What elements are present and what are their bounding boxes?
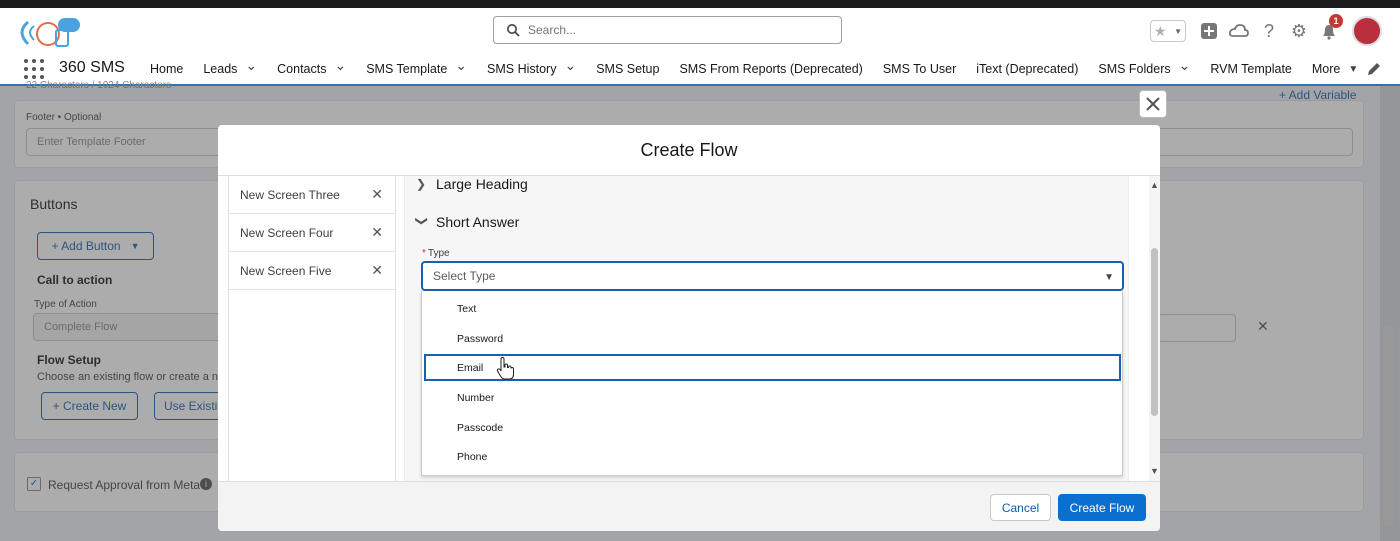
option-text[interactable]: Text (424, 295, 1121, 322)
nav-item-leads[interactable]: Leads ⌄ (193, 54, 267, 84)
nav-item-rvm-template[interactable]: RVM Template (1200, 54, 1302, 84)
nav-item-label: SMS To User (882, 62, 957, 76)
option-phone[interactable]: Phone (424, 443, 1121, 470)
browser-top-strip (0, 0, 1400, 8)
section-short-answer[interactable]: ❯ Short Answer (415, 214, 520, 230)
pencil-icon[interactable] (1366, 61, 1382, 77)
question-mark-icon: ? (1263, 20, 1274, 41)
nav-item-sms-template[interactable]: SMS Template ⌄ (356, 54, 477, 84)
section-label: Short Answer (436, 214, 520, 230)
nav-item-label: iText (Deprecated) (976, 62, 1079, 76)
cancel-button[interactable]: Cancel (990, 494, 1051, 521)
screen-item[interactable]: New Screen Three ✕ (229, 176, 395, 214)
nav-item-sms-to-user[interactable]: SMS To User (873, 54, 966, 84)
section-large-heading[interactable]: ❯ Large Heading (416, 176, 528, 192)
type-dropdown-list: Text Password Email Number Passcode Phon… (421, 291, 1123, 476)
option-number[interactable]: Number (424, 384, 1121, 411)
nav-item-label: Leads (203, 62, 238, 76)
search-icon (507, 24, 520, 37)
chevron-right-icon: ❯ (416, 177, 427, 191)
modal-footer: Cancel Create Flow (218, 481, 1160, 531)
nav-items: Home Leads ⌄ Contacts ⌄ SMS Template ⌄ SMS Hist… (140, 54, 1368, 84)
chevron-down-icon[interactable]: ⌄ (334, 57, 346, 74)
chevron-down-icon: ❯ (415, 216, 429, 227)
modal-header: Create Flow (218, 125, 1160, 176)
user-avatar[interactable] (1352, 16, 1382, 46)
global-header: ★ ▼ ? ⚙ 1 (0, 8, 1400, 54)
app-nav-bar: 360 SMS Home Leads ⌄ Contacts ⌄ SMS Template ⌄… (0, 54, 1400, 86)
screen-editor: ❯ Large Heading ❯ Short Answer * Type Sel… (396, 176, 1146, 481)
nav-item-sms-from-reports-deprecated[interactable]: SMS From Reports (Deprecated) (669, 54, 872, 84)
modal-title: Create Flow (640, 139, 738, 160)
global-actions-button[interactable] (1198, 20, 1220, 42)
notification-badge: 1 (1329, 14, 1343, 28)
chevron-down-icon[interactable]: ⌄ (1179, 57, 1191, 74)
screens-list: New Screen Three ✕ New Screen Four ✕ New… (228, 176, 396, 481)
create-flow-modal: Create Flow New Screen Three ✕ New Scree… (218, 125, 1160, 531)
option-passcode[interactable]: Passcode (424, 414, 1121, 441)
scroll-up-icon[interactable]: ▲ (1150, 180, 1159, 190)
favorites-button[interactable]: ★ ▼ (1150, 20, 1186, 42)
hand-cursor-icon (496, 357, 514, 380)
type-select[interactable]: Select Type ▼ (421, 261, 1124, 291)
nav-item-label: RVM Template (1210, 62, 1292, 76)
screen-editor-body: ❯ Large Heading ❯ Short Answer * Type Sel… (404, 176, 1129, 481)
nav-item-label: More (1311, 62, 1341, 76)
type-select-value: Select Type (433, 269, 496, 283)
type-field-label: * Type (422, 248, 450, 259)
create-flow-button[interactable]: Create Flow (1058, 494, 1146, 521)
help-button[interactable]: ? (1258, 20, 1280, 42)
cloud-icon (1229, 24, 1249, 37)
nav-item-label: SMS Setup (596, 62, 660, 76)
app-logo-icon (20, 18, 80, 47)
nav-item-sms-history[interactable]: SMS History ⌄ (477, 54, 586, 84)
option-email[interactable]: Email (424, 354, 1121, 381)
screen-item[interactable]: New Screen Five ✕ (229, 252, 395, 290)
chevron-down-icon[interactable]: ⌄ (245, 57, 257, 74)
page-scrollbar[interactable] (1380, 86, 1400, 541)
header-utilities: ★ ▼ ? ⚙ 1 (1150, 14, 1382, 46)
chevron-down-icon[interactable]: ▼ (1348, 64, 1358, 75)
app-launcher-icon[interactable] (24, 59, 44, 79)
app-name: 360 SMS (59, 59, 125, 76)
nav-item-label: SMS Folders (1098, 62, 1171, 76)
screen-item-label: New Screen Four (240, 225, 334, 240)
nav-item-label: SMS History (487, 62, 557, 76)
nav-item-label: Contacts (277, 62, 327, 76)
remove-screen-icon[interactable]: ✕ (371, 186, 383, 203)
global-search[interactable] (493, 16, 842, 44)
screen-item-label: New Screen Five (240, 263, 332, 278)
scroll-down-icon[interactable]: ▼ (1150, 466, 1159, 476)
modal-scrollbar[interactable]: ▲ ▼ (1149, 176, 1160, 481)
nav-item-label: SMS Template (366, 62, 448, 76)
option-password[interactable]: Password (424, 325, 1121, 352)
plus-square-icon (1201, 23, 1217, 39)
nav-item-more[interactable]: More ▼ (1302, 54, 1368, 84)
trailhead-button[interactable] (1228, 20, 1250, 42)
chevron-down-icon: ▼ (1104, 272, 1114, 283)
screen-item[interactable]: New Screen Four ✕ (229, 214, 395, 252)
chevron-down-icon[interactable]: ⌄ (564, 57, 576, 74)
nav-item-sms-folders[interactable]: SMS Folders ⌄ (1088, 54, 1200, 84)
screen-item-label: New Screen Three (240, 187, 340, 202)
setup-button[interactable]: ⚙ (1288, 20, 1310, 42)
nav-item-sms-setup[interactable]: SMS Setup (586, 54, 669, 84)
nav-item-itext-deprecated[interactable]: iText (Deprecated) (966, 54, 1088, 84)
nav-item-contacts[interactable]: Contacts ⌄ (267, 54, 356, 84)
chevron-down-icon[interactable]: ⌄ (455, 57, 467, 74)
search-input[interactable] (528, 23, 828, 37)
notifications-button[interactable]: 1 (1318, 14, 1343, 42)
section-label: Large Heading (436, 176, 528, 192)
close-icon (1146, 97, 1160, 111)
remove-screen-icon[interactable]: ✕ (371, 262, 383, 279)
chevron-down-icon: ▼ (1174, 26, 1182, 36)
modal-close-button[interactable] (1139, 90, 1167, 118)
star-icon: ★ (1154, 22, 1167, 39)
required-indicator: * (422, 248, 426, 259)
remove-screen-icon[interactable]: ✕ (371, 224, 383, 241)
nav-item-label: SMS From Reports (Deprecated) (679, 62, 863, 76)
scrollbar-thumb[interactable] (1151, 248, 1158, 416)
gear-icon: ⚙ (1290, 20, 1308, 41)
nav-item-label: Home (150, 62, 184, 76)
